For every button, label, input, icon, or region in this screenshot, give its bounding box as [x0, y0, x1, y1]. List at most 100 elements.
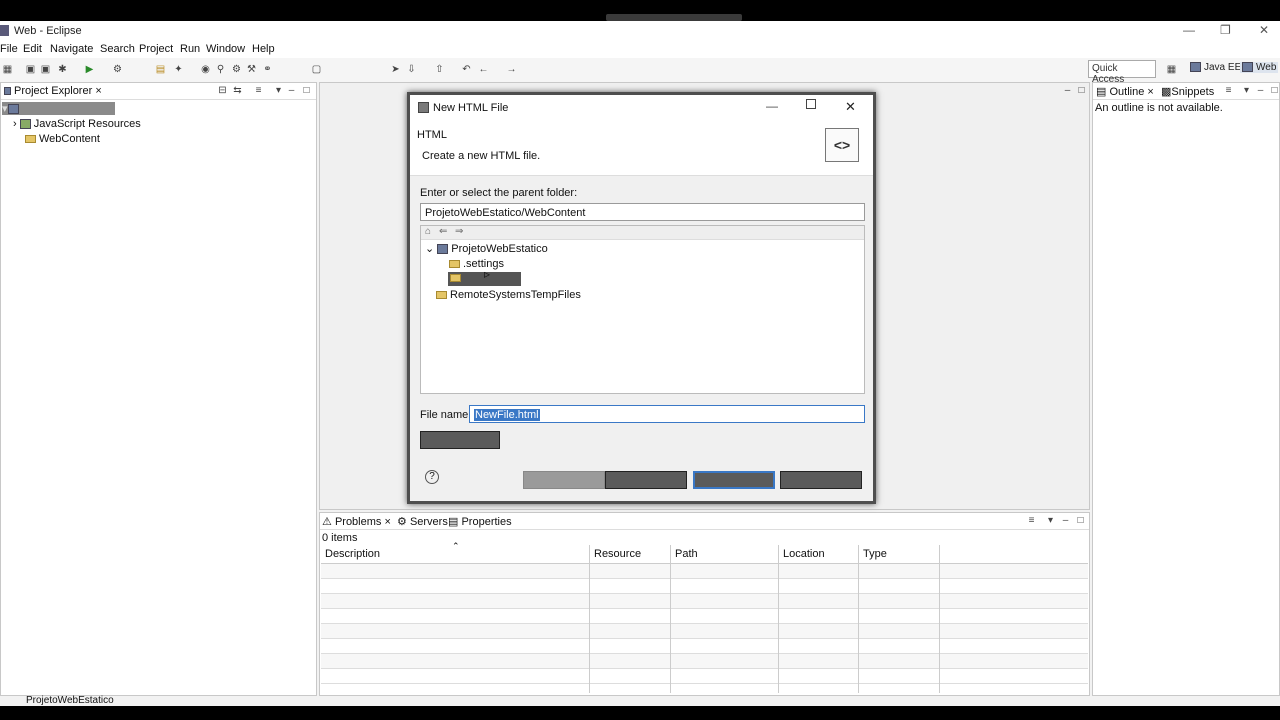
- prev-annotation-icon[interactable]: ⇧: [434, 64, 445, 75]
- menu-navigate[interactable]: Navigate: [50, 43, 93, 55]
- next-annotation-icon[interactable]: ⇩: [406, 64, 417, 75]
- col-location[interactable]: Location: [783, 548, 825, 560]
- minimize-icon[interactable]: —: [1183, 23, 1195, 37]
- tab-project-explorer[interactable]: Project Explorer ×: [4, 85, 102, 97]
- outline-icon: ▤: [1096, 86, 1107, 98]
- gear-icon[interactable]: ⚙: [231, 64, 242, 75]
- minimize-view-icon[interactable]: –: [286, 85, 297, 96]
- close-tab-icon[interactable]: ×: [384, 516, 390, 528]
- maximize-view-icon[interactable]: □: [1269, 85, 1280, 96]
- menu-project[interactable]: Project: [139, 43, 173, 55]
- screen-top-bar: [0, 0, 1280, 21]
- column-separator: [589, 545, 590, 693]
- tree-item-project-root[interactable]: ⌄ ProjetoWebEstatico: [425, 242, 548, 255]
- minimize-view-icon[interactable]: –: [1060, 515, 1071, 526]
- tree-item-settings[interactable]: .settings: [449, 258, 504, 270]
- back-button[interactable]: [523, 471, 605, 489]
- tab-servers[interactable]: ⚙ Servers: [397, 515, 448, 528]
- link-editor-icon[interactable]: ⇆: [232, 85, 243, 96]
- column-separator: [670, 545, 671, 693]
- screen-bottom-bar: [0, 706, 1280, 720]
- chevron-down-icon[interactable]: ▾: [1045, 515, 1056, 526]
- menu-edit[interactable]: Edit: [23, 43, 42, 55]
- forward-icon[interactable]: ⇒: [455, 226, 463, 237]
- run-icon[interactable]: ▶: [84, 64, 95, 75]
- chevron-down-icon[interactable]: ▾: [1241, 85, 1252, 96]
- menu-file[interactable]: File: [0, 43, 18, 55]
- tree-item-remote-systems[interactable]: RemoteSystemsTempFiles: [436, 289, 581, 301]
- minimize-view-icon[interactable]: –: [1255, 85, 1266, 96]
- forward-icon[interactable]: →: [506, 64, 517, 75]
- home-icon[interactable]: ⌂: [425, 226, 431, 237]
- col-description[interactable]: Description: [325, 548, 380, 560]
- close-tab-icon[interactable]: ×: [1147, 86, 1153, 98]
- dialog-minimize-icon[interactable]: —: [766, 99, 778, 113]
- cancel-button[interactable]: [780, 471, 862, 489]
- file-name-input[interactable]: NewFile.html: [469, 405, 865, 423]
- quick-access-input[interactable]: Quick Access: [1088, 60, 1156, 85]
- tab-outline[interactable]: ▤ Outline ×: [1096, 85, 1154, 98]
- tool-icon[interactable]: ⚒: [246, 64, 257, 75]
- chevron-down-icon[interactable]: ▾: [273, 85, 284, 96]
- close-tab-icon[interactable]: ×: [95, 85, 101, 97]
- link-icon[interactable]: ⚭: [262, 64, 273, 75]
- new-icon[interactable]: ▦: [2, 64, 13, 75]
- maximize-view-icon[interactable]: □: [1075, 515, 1086, 526]
- selected-project-row[interactable]: ▾: [2, 102, 115, 115]
- open-perspective-icon[interactable]: ▦: [1166, 64, 1177, 75]
- main-toolbar: ▦ ▣ ▣ ✱ ▶ ⚙ ▤ ✦ ◉ ⚲ ⚙ ⚒ ⚭ ▢ ➤ ⇩ ⇧ ↶ ← → …: [0, 58, 1280, 85]
- back-icon[interactable]: ⇐: [439, 226, 447, 237]
- perspective-web[interactable]: Web: [1240, 62, 1279, 73]
- save-all-icon[interactable]: ▣: [40, 64, 51, 75]
- tab-snippets[interactable]: ▩Snippets: [1161, 85, 1214, 98]
- editor-maximize-icon[interactable]: □: [1076, 85, 1087, 96]
- menu-window[interactable]: Window: [206, 43, 245, 55]
- open-folder-icon[interactable]: ▤: [155, 64, 166, 75]
- collapse-all-icon[interactable]: ⊟: [217, 85, 228, 96]
- monitor-icon[interactable]: ▢: [311, 64, 322, 75]
- dialog-close-icon[interactable]: ✕: [845, 99, 856, 115]
- window-grip[interactable]: [606, 14, 742, 21]
- advanced-button[interactable]: [420, 431, 500, 449]
- next-button[interactable]: [605, 471, 687, 489]
- finish-button[interactable]: [693, 471, 775, 489]
- problems-header-row: Description ⌃ Resource Path Location Typ…: [321, 541, 1088, 564]
- tree-item-javascript-resources[interactable]: › JavaScript Resources: [13, 118, 141, 130]
- table-row: [321, 564, 1088, 579]
- menu-run[interactable]: Run: [180, 43, 200, 55]
- view-menu-icon[interactable]: ≡: [1223, 85, 1234, 96]
- dialog-header: HTML Create a new HTML file. <>: [410, 121, 873, 176]
- maximize-view-icon[interactable]: □: [301, 85, 312, 96]
- pointer-icon[interactable]: ➤: [390, 64, 401, 75]
- tree-item-webcontent[interactable]: WebContent: [25, 133, 100, 145]
- menu-search[interactable]: Search: [100, 43, 135, 55]
- tab-properties[interactable]: ▤ Properties: [448, 515, 512, 528]
- tab-problems[interactable]: ⚠ Problems ×: [322, 515, 391, 528]
- editor-minimize-icon[interactable]: –: [1062, 85, 1073, 96]
- menu-help[interactable]: Help: [252, 43, 275, 55]
- project-icon: [437, 244, 449, 255]
- perspective-java-ee[interactable]: Java EE: [1190, 62, 1241, 73]
- project-explorer-tabbar: Project Explorer × ⊟ ⇆ ≡ ▾ – □: [1, 83, 316, 100]
- view-menu-icon[interactable]: ≡: [1026, 515, 1037, 526]
- col-type[interactable]: Type: [863, 548, 887, 560]
- restore-icon[interactable]: ❐: [1220, 23, 1231, 37]
- globe-icon[interactable]: ◉: [200, 64, 211, 75]
- dialog-maximize-icon[interactable]: [806, 99, 816, 109]
- help-icon[interactable]: ?: [425, 470, 439, 484]
- wand-icon[interactable]: ✦: [173, 64, 184, 75]
- external-tools-icon[interactable]: ⚙: [112, 64, 123, 75]
- parent-folder-input[interactable]: ProjetoWebEstatico/WebContent: [420, 203, 865, 221]
- back-icon[interactable]: ←: [478, 64, 489, 75]
- close-icon[interactable]: ✕: [1259, 23, 1269, 37]
- debug-icon[interactable]: ✱: [57, 64, 68, 75]
- status-bar: ProjetoWebEstatico: [0, 695, 1280, 706]
- folder-tree[interactable]: ⌂ ⇐ ⇒ ⌄ ProjetoWebEstatico .settings Rem…: [420, 225, 865, 394]
- last-edit-icon[interactable]: ↶: [461, 64, 472, 75]
- col-path[interactable]: Path: [675, 548, 698, 560]
- col-resource[interactable]: Resource: [594, 548, 641, 560]
- search-icon[interactable]: ⚲: [215, 64, 226, 75]
- save-icon[interactable]: ▣: [25, 64, 36, 75]
- folder-icon: [436, 291, 447, 300]
- view-menu-icon[interactable]: ≡: [253, 85, 264, 96]
